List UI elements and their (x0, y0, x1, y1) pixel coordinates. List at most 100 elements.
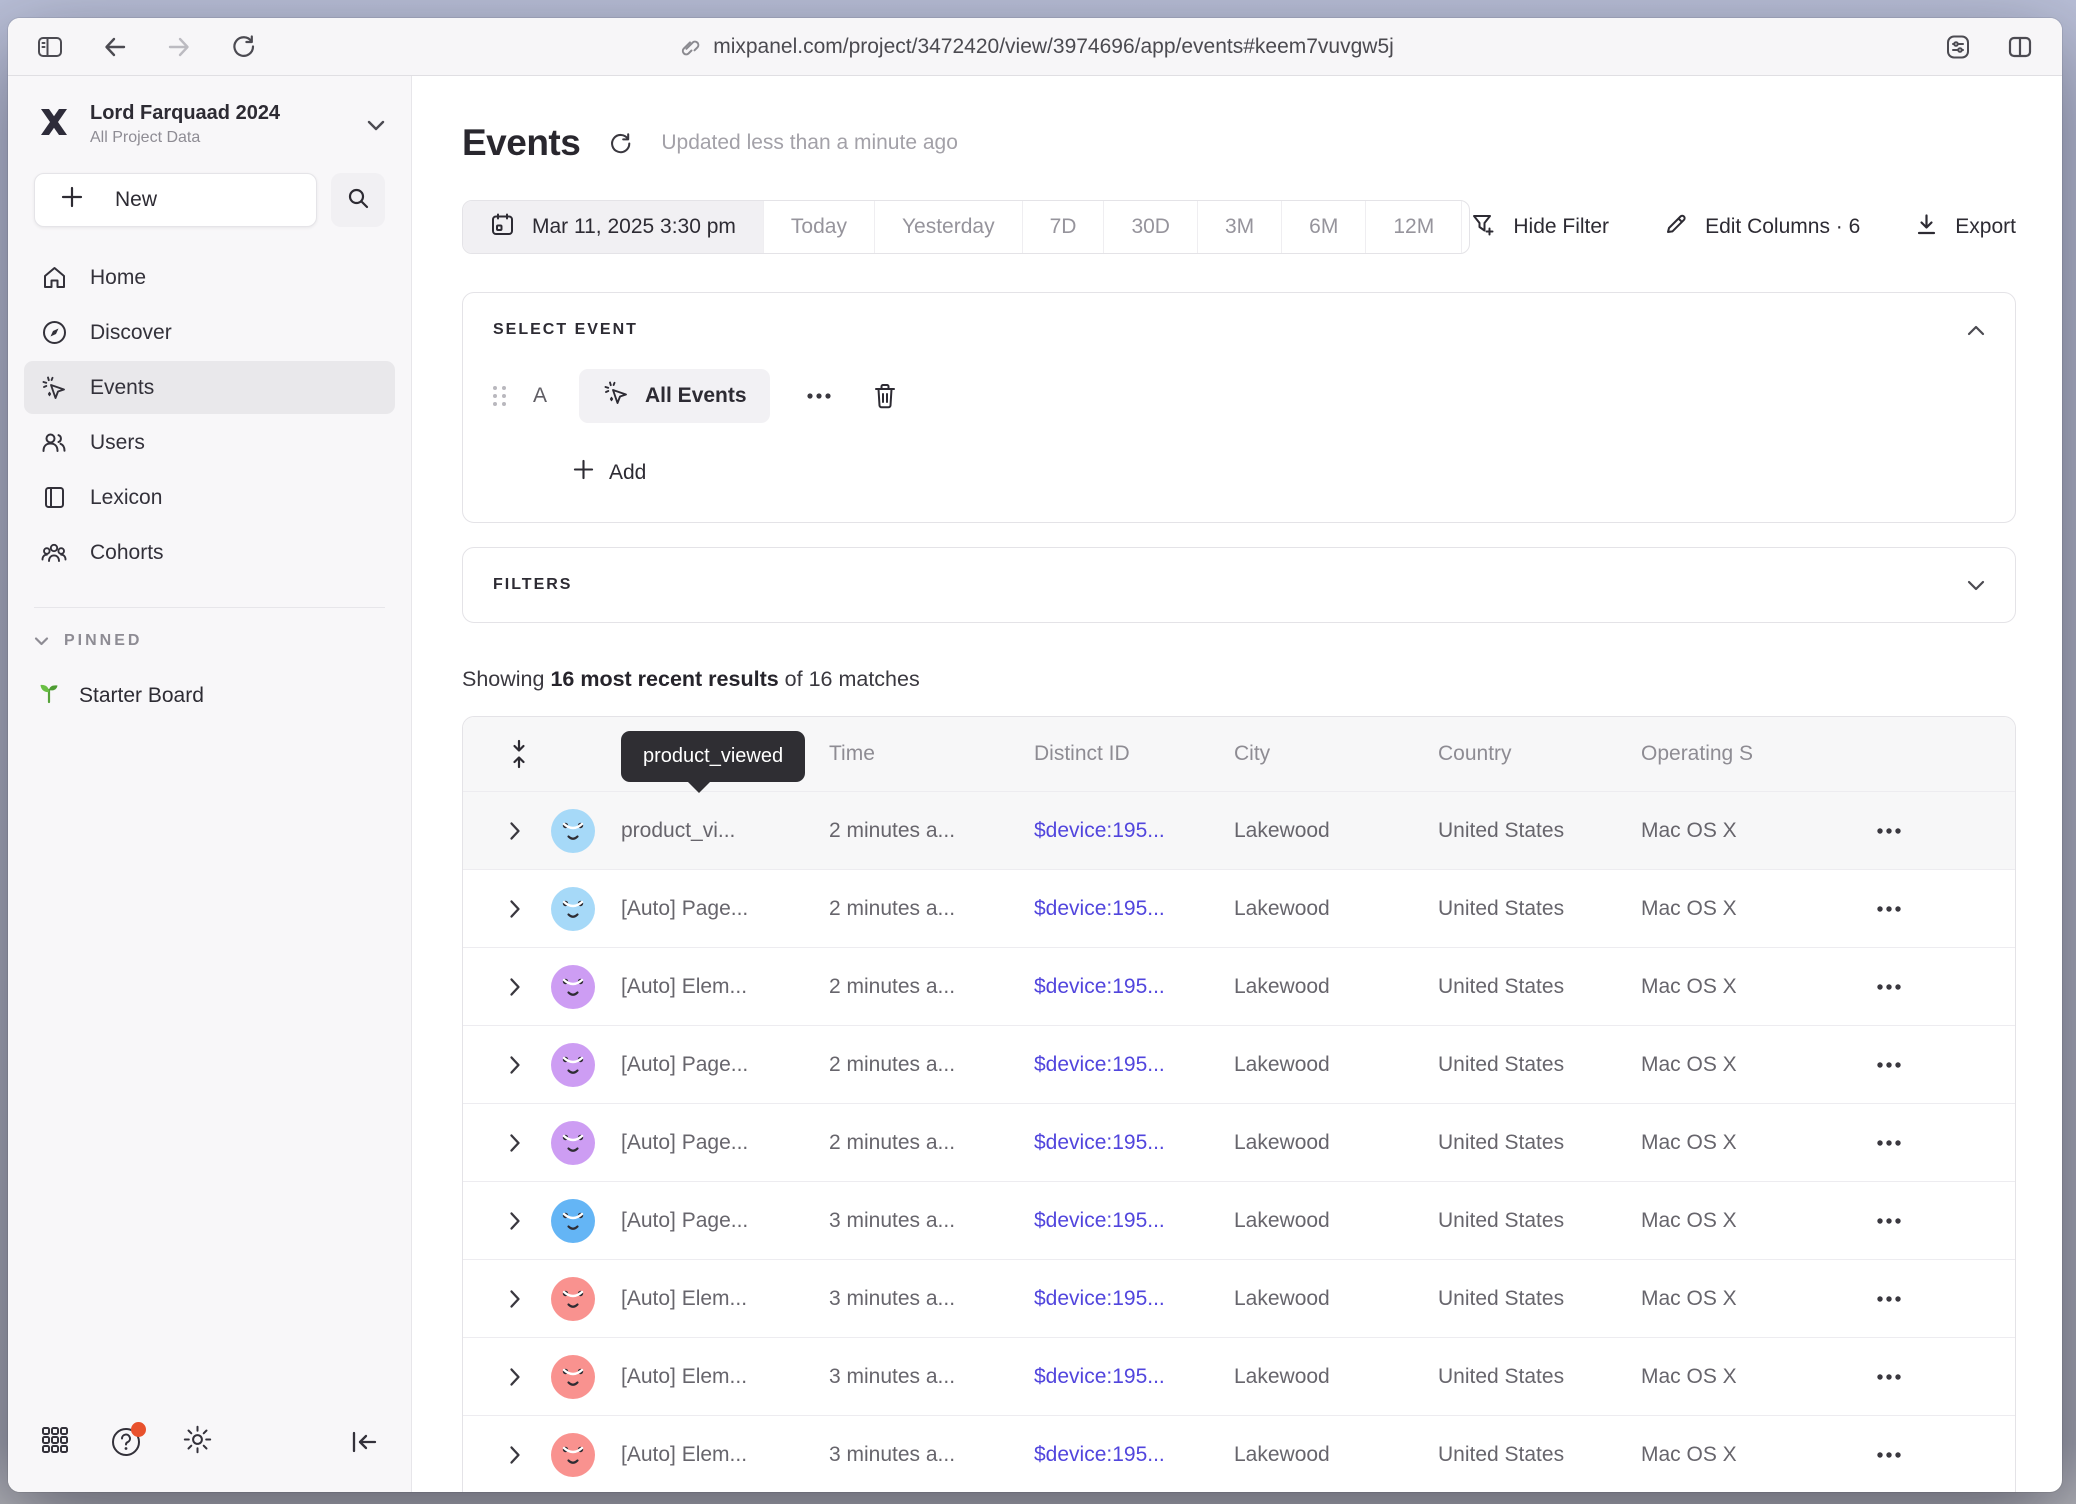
event-city: Lakewood (1234, 1131, 1438, 1155)
table-row[interactable]: product_vi...2 minutes a...$device:195..… (463, 791, 2015, 869)
project-switcher[interactable]: Lord Farquaad 2024 All Project Data (8, 76, 411, 169)
distinct-id-link[interactable]: $device:195... (1034, 897, 1234, 921)
row-menu-button[interactable] (1869, 905, 2015, 913)
events-table: product_viewed Time Distinct ID City Cou… (462, 716, 2016, 1492)
row-expand-chevron[interactable] (463, 1211, 551, 1231)
trash-icon[interactable] (872, 382, 898, 410)
chevron-up-icon[interactable] (1967, 325, 1985, 336)
table-row[interactable]: [Auto] Elem...2 minutes a...$device:195.… (463, 947, 2015, 1025)
gear-icon[interactable] (182, 1424, 213, 1460)
sidebar-item-home[interactable]: Home (24, 251, 395, 304)
forward-icon[interactable] (166, 34, 192, 60)
column-header-country[interactable]: Country (1438, 742, 1641, 766)
page-settings-icon[interactable] (1944, 33, 1972, 61)
sidebar-item-discover[interactable]: Discover (24, 306, 395, 359)
split-view-icon[interactable] (2006, 33, 2034, 61)
date-picker-button[interactable]: Mar 11, 2025 3:30 pm (463, 201, 763, 253)
add-event-button[interactable]: Add (573, 459, 1985, 486)
preset-3m[interactable]: 3M (1197, 201, 1281, 253)
preset-xtd[interactable]: XTD (1461, 201, 1470, 253)
column-header-distinct-id[interactable]: Distinct ID (1034, 742, 1234, 766)
new-button[interactable]: New (34, 173, 317, 227)
distinct-id-link[interactable]: $device:195... (1034, 1443, 1234, 1467)
event-selector-chip[interactable]: All Events (579, 369, 770, 423)
preset-12m[interactable]: 12M (1365, 201, 1461, 253)
row-expand-chevron[interactable] (463, 1445, 551, 1465)
distinct-id-link[interactable]: $device:195... (1034, 819, 1234, 843)
book-icon (40, 484, 68, 511)
sidebar-item-users[interactable]: Users (24, 416, 395, 469)
row-menu-button[interactable] (1869, 983, 2015, 991)
event-os: Mac OS X (1641, 1443, 1869, 1467)
row-expand-chevron[interactable] (463, 899, 551, 919)
event-more-button[interactable] (806, 392, 832, 400)
row-menu-button[interactable] (1869, 1061, 2015, 1069)
preset-today[interactable]: Today (763, 201, 874, 253)
page-title: Events (462, 122, 580, 164)
preset-yesterday[interactable]: Yesterday (874, 201, 1022, 253)
drag-handle[interactable] (493, 386, 507, 406)
column-header-city[interactable]: City (1234, 742, 1438, 766)
url-bar[interactable]: mixpanel.com/project/3472420/view/397469… (676, 35, 1394, 59)
refresh-icon[interactable] (608, 131, 633, 156)
preset-30d[interactable]: 30D (1103, 201, 1197, 253)
app-grid-icon[interactable] (40, 1425, 70, 1460)
table-row[interactable]: [Auto] Page...2 minutes a...$device:195.… (463, 1103, 2015, 1181)
sidebar-toggle-icon[interactable] (36, 33, 64, 61)
row-menu-button[interactable] (1869, 1373, 2015, 1381)
event-time: 3 minutes a... (829, 1443, 1034, 1467)
select-event-panel: SELECT EVENT A All Events (462, 292, 2016, 523)
event-avatar (551, 809, 621, 853)
collapse-sidebar-icon[interactable] (349, 1428, 379, 1456)
sidebar-item-lexicon[interactable]: Lexicon (24, 471, 395, 524)
table-row[interactable]: [Auto] Elem...3 minutes a...$device:195.… (463, 1415, 2015, 1492)
event-os: Mac OS X (1641, 1053, 1869, 1077)
edit-columns-button[interactable]: Edit Columns · 6 (1663, 211, 1860, 243)
row-menu-button[interactable] (1869, 1451, 2015, 1459)
sidebar-item-events[interactable]: Events (24, 361, 395, 414)
help-button[interactable] (110, 1426, 142, 1458)
row-expand-chevron[interactable] (463, 1055, 551, 1075)
collapse-rows-icon[interactable] (463, 739, 551, 769)
distinct-id-link[interactable]: $device:195... (1034, 1209, 1234, 1233)
column-header-os[interactable]: Operating S (1641, 742, 1869, 766)
table-row[interactable]: [Auto] Page...3 minutes a...$device:195.… (463, 1181, 2015, 1259)
back-icon[interactable] (102, 34, 128, 60)
distinct-id-link[interactable]: $device:195... (1034, 975, 1234, 999)
preset-6m[interactable]: 6M (1281, 201, 1365, 253)
row-menu-button[interactable] (1869, 1217, 2015, 1225)
chevron-down-icon[interactable] (1967, 580, 1985, 591)
calendar-icon (490, 212, 515, 243)
column-header-time[interactable]: Time (829, 742, 1034, 766)
row-expand-chevron[interactable] (463, 1133, 551, 1153)
row-menu-button[interactable] (1869, 1139, 2015, 1147)
hide-filter-button[interactable]: Hide Filter (1470, 211, 1609, 244)
table-row[interactable]: [Auto] Elem...3 minutes a...$device:195.… (463, 1259, 2015, 1337)
distinct-id-link[interactable]: $device:195... (1034, 1287, 1234, 1311)
row-expand-chevron[interactable] (463, 821, 551, 841)
distinct-id-link[interactable]: $device:195... (1034, 1131, 1234, 1155)
distinct-id-link[interactable]: $device:195... (1034, 1053, 1234, 1077)
event-tooltip: product_viewed (621, 731, 805, 782)
event-country: United States (1438, 1131, 1641, 1155)
table-row[interactable]: [Auto] Page...2 minutes a...$device:195.… (463, 869, 2015, 947)
browser-window: mixpanel.com/project/3472420/view/397469… (8, 18, 2062, 1492)
home-icon (40, 264, 68, 291)
search-button[interactable] (331, 173, 385, 227)
row-expand-chevron[interactable] (463, 1289, 551, 1309)
row-menu-button[interactable] (1869, 827, 2015, 835)
row-menu-button[interactable] (1869, 1295, 2015, 1303)
table-row[interactable]: [Auto] Elem...3 minutes a...$device:195.… (463, 1337, 2015, 1415)
distinct-id-link[interactable]: $device:195... (1034, 1365, 1234, 1389)
sidebar-item-starter-board[interactable]: Starter Board (8, 658, 411, 734)
export-label: Export (1955, 215, 2016, 239)
table-row[interactable]: [Auto] Page...2 minutes a...$device:195.… (463, 1025, 2015, 1103)
pinned-section-header[interactable]: PINNED (8, 624, 411, 658)
sidebar-item-cohorts[interactable]: Cohorts (24, 526, 395, 579)
row-expand-chevron[interactable] (463, 977, 551, 997)
export-button[interactable]: Export (1914, 212, 2016, 243)
preset-7d[interactable]: 7D (1022, 201, 1104, 253)
row-expand-chevron[interactable] (463, 1367, 551, 1387)
reload-icon[interactable] (230, 33, 257, 60)
pencil-icon (1663, 211, 1689, 243)
